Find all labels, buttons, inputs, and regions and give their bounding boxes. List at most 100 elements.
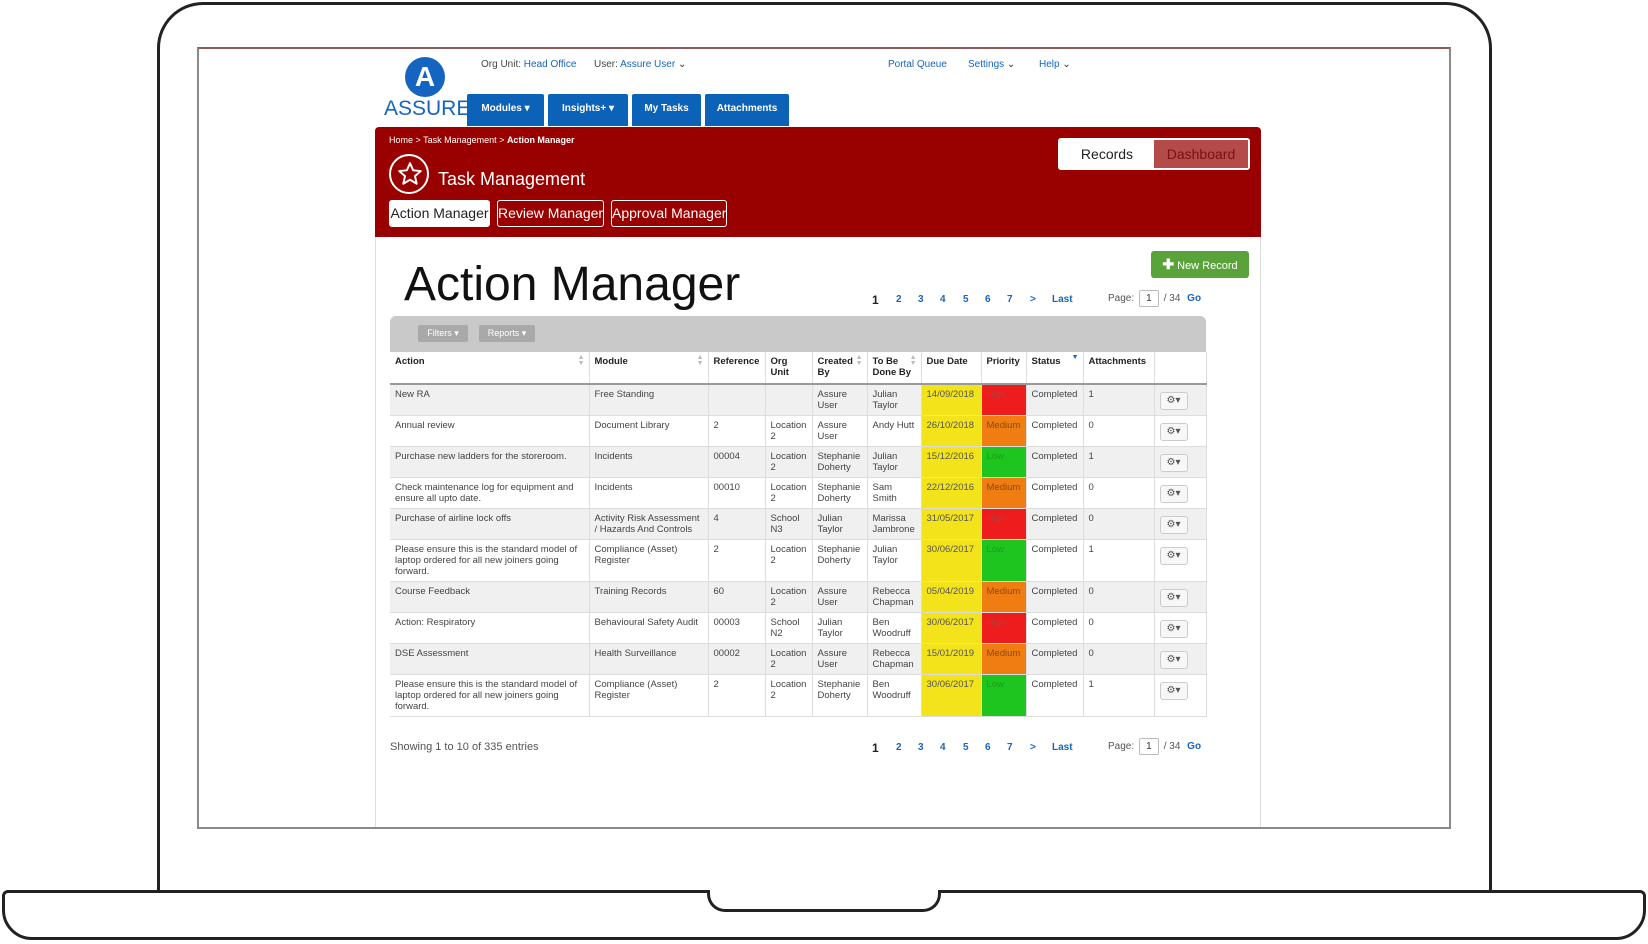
gear-icon[interactable]: ⚙▾ [1159,454,1188,472]
settings-menu[interactable]: Settings ⌄ [968,59,1015,70]
tab-action-manager[interactable]: Action Manager [389,200,490,227]
page-link[interactable]: 7 [1007,294,1013,305]
filters-button[interactable]: Filters ▾ [418,325,468,342]
table-row[interactable]: New RA Free Standing Assure User Julian Tay… [390,384,1207,416]
page-input[interactable]: 1 [1138,738,1159,755]
page-link[interactable]: 6 [985,294,991,305]
column-header[interactable]: Org Unit [765,352,813,385]
cell-due-date: 22/12/2016 [921,477,982,509]
column-header[interactable]: Priority [981,352,1027,385]
gear-icon[interactable]: ⚙▾ [1159,589,1188,607]
cell-created-by: Stephanie Doherty [812,477,868,509]
table-row[interactable]: Purchase of airline lock offs Activity Ri… [390,508,1207,540]
column-header[interactable]: Attachments [1083,352,1155,385]
tab-review-manager[interactable]: Review Manager [497,200,604,227]
cell-org-unit [765,384,813,416]
tab-approval-manager[interactable]: Approval Manager [611,200,727,227]
table-row[interactable]: DSE Assessment Health Surveillance 00002 Lo… [390,643,1207,675]
gear-icon[interactable]: ⚙▾ [1159,485,1188,503]
column-header-label: Org Unit [770,356,789,378]
cell-status: Completed [1026,415,1084,447]
table-row[interactable]: Annual review Document Library 2 Location 2… [390,415,1207,447]
cell-to-be-done-by: Marissa Jambrone [867,508,922,540]
cell-row-actions: ⚙▾ [1154,674,1207,717]
cell-attachments: 0 [1083,643,1155,675]
page-input[interactable]: 1 [1138,290,1159,307]
page-link[interactable]: 5 [963,294,969,305]
entries-summary: Showing 1 to 10 of 335 entries [390,741,539,753]
page-link[interactable]: 6 [985,742,991,753]
dashboard-toggle[interactable]: Dashboard [1154,140,1248,168]
page-link[interactable]: 5 [963,742,969,753]
gear-icon[interactable]: ⚙▾ [1159,547,1188,565]
gear-icon[interactable]: ⚙▾ [1159,392,1188,410]
next-page-link[interactable]: > [1030,294,1036,305]
new-record-button[interactable]: ✚ New Record [1151,251,1249,278]
sort-icon: ▲ ▼ [909,354,917,367]
cell-action: Purchase of airline lock offs [390,508,590,540]
next-page-link[interactable]: > [1030,742,1036,753]
gear-icon[interactable]: ⚙▾ [1159,651,1188,669]
table-row[interactable]: Check maintenance log for equipment and … [390,477,1207,509]
nav-my-tasks[interactable]: My Tasks [632,94,701,126]
cell-module: Activity Risk Assessment / Hazards And C… [589,508,709,540]
table-row[interactable]: Purchase new ladders for the storeroom. I… [390,446,1207,478]
user-value[interactable]: Assure User [620,59,675,70]
page-current: 1 [872,293,879,307]
cell-to-be-done-by: Sam Smith [867,477,922,509]
page-link[interactable]: 3 [918,742,924,753]
go-button[interactable]: Go [1187,293,1201,304]
last-page-link[interactable]: Last [1052,294,1073,305]
cell-row-actions: ⚙▾ [1154,581,1207,613]
table-row[interactable]: Please ensure this is the standard model… [390,539,1207,582]
nav-insights[interactable]: Insights+ ▾ [548,94,628,126]
page-link[interactable]: 7 [1007,742,1013,753]
column-header[interactable]: Module ▲ ▼ [589,352,709,385]
module-title: Task Management [438,169,586,189]
cell-attachments: 1 [1083,446,1155,478]
cell-attachments: 0 [1083,612,1155,644]
user-info[interactable]: User: Assure User ⌄ [594,59,686,70]
help-menu[interactable]: Help ⌄ [1039,59,1071,70]
reports-button[interactable]: Reports ▾ [479,325,535,342]
go-button[interactable]: Go [1187,741,1201,752]
gear-icon[interactable]: ⚙▾ [1159,516,1188,534]
page-link[interactable]: 4 [940,294,946,305]
column-header[interactable]: Due Date [921,352,982,385]
cell-priority: Low [981,539,1027,582]
nav-attachments[interactable]: Attachments [705,94,789,126]
column-header[interactable]: To Be Done By ▲ ▼ [867,352,922,385]
column-header-label: To Be Done By [872,356,912,378]
column-header[interactable]: Reference [708,352,766,385]
column-header[interactable]: Created By ▲ ▼ [812,352,868,385]
table-row[interactable]: Action: Respiratory Behavioural Safety Au… [390,612,1207,644]
assure-logo[interactable]: A ASSURE [384,57,470,120]
nav-insights-label: Insights+ [562,103,607,114]
nav-modules[interactable]: Modules ▾ [467,94,544,126]
filters-label: Filters [427,328,452,338]
last-page-link[interactable]: Last [1052,742,1073,753]
column-header[interactable]: Status ▼ [1026,352,1084,385]
page-link[interactable]: 3 [918,294,924,305]
gear-icon[interactable]: ⚙▾ [1159,682,1188,700]
breadcrumb-task-management[interactable]: Task Management [423,135,497,145]
gear-icon[interactable]: ⚙▾ [1159,620,1188,638]
cell-to-be-done-by: Rebecca Chapman [867,643,922,675]
column-header[interactable]: Action ▲ ▼ [390,352,590,385]
records-toggle[interactable]: Records [1060,140,1154,168]
page-link[interactable]: 4 [940,742,946,753]
gear-icon[interactable]: ⚙▾ [1159,423,1188,441]
cell-attachments: 0 [1083,415,1155,447]
table-row[interactable]: Course Feedback Training Records 60 Locatio… [390,581,1207,613]
table-row[interactable]: Please ensure this is the standard model… [390,674,1207,717]
cell-created-by: Stephanie Doherty [812,674,868,717]
column-header-label: Reference [713,356,760,367]
breadcrumb-home[interactable]: Home [389,135,413,145]
portal-queue-link[interactable]: Portal Queue [888,59,947,70]
cell-priority: High [981,384,1027,416]
page-link[interactable]: 2 [896,742,902,753]
org-unit-value[interactable]: Head Office [524,59,577,70]
cell-org-unit: Location 2 [765,446,813,478]
cell-created-by: Stephanie Doherty [812,446,868,478]
page-link[interactable]: 2 [896,294,902,305]
